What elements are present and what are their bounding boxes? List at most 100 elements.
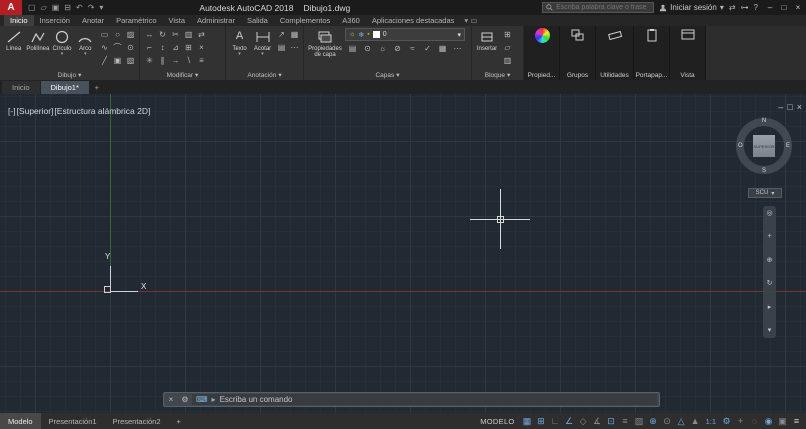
workspace-icon[interactable]: ⚙ bbox=[720, 415, 733, 428]
tab-a360[interactable]: A360 bbox=[336, 15, 366, 26]
explode-icon[interactable]: ✳ bbox=[143, 54, 156, 67]
compass-south-label[interactable]: S bbox=[762, 168, 766, 174]
rotate-icon[interactable]: ↻ bbox=[156, 28, 169, 41]
stretch-icon[interactable]: ↕ bbox=[156, 41, 169, 54]
layer-isolate-icon[interactable]: ⊙ bbox=[360, 42, 375, 55]
tab-vista[interactable]: Vista bbox=[163, 15, 192, 26]
help-search-box[interactable] bbox=[542, 2, 655, 13]
stay-connected-icon[interactable]: ⊶ bbox=[741, 3, 749, 12]
fillet-icon[interactable]: ⌐ bbox=[143, 41, 156, 54]
layer-more-icon[interactable]: ⋯ bbox=[450, 42, 465, 55]
tab-administrar[interactable]: Administrar bbox=[191, 15, 241, 26]
xline-icon[interactable]: ╱ bbox=[98, 54, 111, 67]
new-icon[interactable]: ▢ bbox=[28, 3, 36, 12]
undo-icon[interactable]: ↶ bbox=[76, 3, 83, 12]
circle-dropdown-icon[interactable]: ▾ bbox=[61, 52, 64, 58]
file-tab-inicio[interactable]: Inicio bbox=[2, 81, 40, 94]
layer-properties-button[interactable]: Propiedades de capa bbox=[307, 28, 343, 59]
tab-anotar[interactable]: Anotar bbox=[76, 15, 110, 26]
command-close-icon[interactable]: × bbox=[164, 395, 178, 404]
gradient-icon[interactable]: ▧ bbox=[124, 54, 137, 67]
text-dropdown-icon[interactable]: ▾ bbox=[238, 52, 241, 58]
ortho-icon[interactable]: ∟ bbox=[549, 415, 562, 428]
block-attributes-icon[interactable]: ▥ bbox=[501, 54, 514, 67]
dimension-button[interactable]: Acotar ▾ bbox=[252, 28, 273, 58]
make-current-icon[interactable]: ✓ bbox=[420, 42, 435, 55]
hatch-icon[interactable]: ▨ bbox=[124, 28, 137, 41]
trim-icon[interactable]: ✂ bbox=[169, 28, 182, 41]
print-icon[interactable]: ⊟ bbox=[64, 3, 71, 12]
arc-dropdown-icon[interactable]: ▾ bbox=[84, 52, 87, 58]
grid-icon[interactable]: ▦ bbox=[521, 415, 534, 428]
layout-tab-modelo[interactable]: Modelo bbox=[0, 413, 41, 429]
panel-dibujo-label[interactable]: Dibujo ▾ bbox=[0, 70, 139, 80]
snap-icon[interactable]: ⊞ bbox=[535, 415, 548, 428]
visual-style-control[interactable]: [Estructura alámbrica 2D] bbox=[54, 106, 150, 116]
sign-in-button[interactable]: Iniciar sesión ▾ bbox=[659, 3, 724, 12]
ellipse-icon[interactable]: ○ bbox=[111, 28, 124, 41]
save-icon[interactable]: ▣ bbox=[52, 3, 60, 12]
autoscale-icon[interactable]: ▲ bbox=[689, 415, 702, 428]
erase-icon[interactable]: × bbox=[195, 41, 208, 54]
app-store-icon[interactable]: ⇄ bbox=[729, 3, 736, 12]
layout-tab-presentacion2[interactable]: Presentación2 bbox=[105, 413, 169, 429]
lineweight-icon[interactable]: ≡ bbox=[619, 415, 632, 428]
layout-tab-presentacion1[interactable]: Presentación1 bbox=[41, 413, 105, 429]
viewcube[interactable]: N S O E SUPERIOR bbox=[736, 118, 792, 174]
revcloud-icon[interactable]: ⌒ bbox=[111, 41, 124, 54]
arc-button[interactable]: Arco ▾ bbox=[75, 28, 96, 58]
new-drawing-tab-button[interactable]: + bbox=[90, 81, 104, 94]
viewport-close-icon[interactable]: × bbox=[797, 102, 802, 112]
ribbon-minimize-icon[interactable]: ▾ ▭ bbox=[460, 15, 481, 26]
layer-unisolate-icon[interactable]: ⊘ bbox=[390, 42, 405, 55]
navbar-menu-icon[interactable]: ▾ bbox=[768, 327, 772, 334]
customization-icon[interactable]: ≡ bbox=[790, 415, 803, 428]
viewport-menu-control[interactable]: [-] bbox=[8, 106, 16, 116]
line-button[interactable]: Línea bbox=[3, 28, 24, 52]
create-block-icon[interactable]: ⊞ bbox=[501, 28, 514, 41]
circle-button[interactable]: Círculo ▾ bbox=[51, 28, 72, 58]
dimension-dropdown-icon[interactable]: ▾ bbox=[261, 52, 264, 58]
tab-parametrico[interactable]: Paramétrico bbox=[110, 15, 162, 26]
clean-screen-icon[interactable]: ▣ bbox=[776, 415, 789, 428]
dynamic-input-icon[interactable]: ⊕ bbox=[647, 415, 660, 428]
tab-inicio[interactable]: Inicio bbox=[4, 15, 34, 26]
maximize-icon[interactable]: □ bbox=[777, 1, 791, 14]
panel-propiedades[interactable]: Propied... bbox=[524, 26, 560, 80]
steering-wheel-icon[interactable]: ◎ bbox=[766, 210, 772, 217]
isodraft-icon[interactable]: ◇ bbox=[577, 415, 590, 428]
pan-icon[interactable]: + bbox=[767, 233, 771, 240]
isolate-objects-icon[interactable]: ◌ bbox=[748, 415, 761, 428]
redo-icon[interactable]: ↷ bbox=[88, 3, 95, 12]
offset-icon[interactable]: ∥ bbox=[156, 54, 169, 67]
panel-modificar-label[interactable]: Modificar ▾ bbox=[140, 70, 225, 80]
panel-utilidades[interactable]: Utilidades bbox=[596, 26, 634, 80]
layer-match-icon[interactable]: ≈ bbox=[405, 42, 420, 55]
tab-complementos[interactable]: Complementos bbox=[274, 15, 336, 26]
insert-button[interactable]: Insertar bbox=[475, 28, 499, 52]
annotation-more-icon[interactable]: ⋯ bbox=[288, 41, 301, 54]
layer-walk-icon[interactable]: ▦ bbox=[435, 42, 450, 55]
minimize-icon[interactable]: – bbox=[763, 1, 777, 14]
selection-cycling-icon[interactable]: ⊙ bbox=[661, 415, 674, 428]
layer-dropdown[interactable]: ☼ ❄ ▪ 0 ▾ bbox=[345, 28, 465, 41]
viewcube-top-face[interactable]: SUPERIOR bbox=[753, 135, 775, 157]
rectangle-icon[interactable]: ▭ bbox=[98, 28, 111, 41]
drawing-area[interactable]: [-] [Superior] [Estructura alámbrica 2D]… bbox=[0, 94, 806, 413]
compass-north-label[interactable]: N bbox=[762, 118, 766, 124]
orbit-icon[interactable]: ↻ bbox=[767, 280, 773, 287]
viewcube-coord-system-menu[interactable]: SCU ▾ bbox=[748, 188, 782, 198]
scale-icon[interactable]: ⊿ bbox=[169, 41, 182, 54]
transparency-icon[interactable]: ▨ bbox=[633, 415, 646, 428]
join-icon[interactable]: ≡ bbox=[195, 54, 208, 67]
spline-icon[interactable]: ∿ bbox=[98, 41, 111, 54]
array-icon[interactable]: ⊞ bbox=[182, 41, 195, 54]
copy-icon[interactable]: ▥ bbox=[182, 28, 195, 41]
viewport-minimize-icon[interactable]: – bbox=[778, 102, 783, 112]
move-icon[interactable]: ↔ bbox=[143, 28, 156, 41]
polar-tracking-icon[interactable]: ∠ bbox=[563, 415, 576, 428]
command-input[interactable]: ⌨ ▸ Escriba un comando bbox=[192, 394, 657, 405]
panel-portapapeles-label[interactable]: Portapap... bbox=[634, 70, 669, 80]
mtext-icon[interactable]: ▤ bbox=[275, 41, 288, 54]
viewport-restore-icon[interactable]: □ bbox=[787, 102, 792, 112]
